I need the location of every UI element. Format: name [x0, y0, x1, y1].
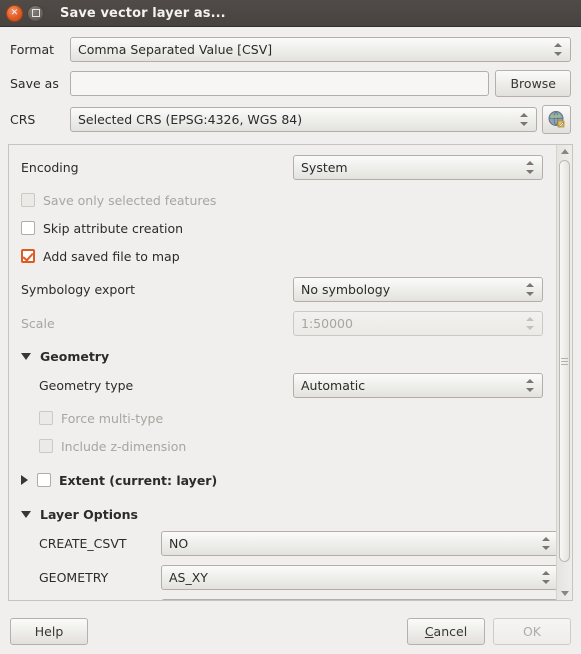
geometry-option-spin-arrows-icon[interactable]	[539, 566, 552, 589]
chevron-down-icon[interactable]	[21, 510, 31, 518]
save-only-selected-label: Save only selected features	[43, 192, 217, 208]
layer-option-row: CREATE_CSVT NO	[21, 531, 556, 556]
window-titlebar: ✕ Save vector layer as...	[0, 0, 581, 27]
geometry-option-label: GEOMETRY	[39, 570, 109, 585]
include-z-dimension-label: Include z-dimension	[61, 438, 187, 454]
scale-spin-arrows-icon	[523, 312, 536, 335]
save-only-selected-row[interactable]: Save only selected features	[21, 189, 544, 211]
save-only-selected-checkbox	[21, 193, 35, 207]
layer-option-row: GEOMETRY AS_XY	[21, 565, 556, 590]
include-z-dimension-row: Include z-dimension	[21, 435, 544, 457]
geometry-option-combo[interactable]: AS_XY	[161, 565, 556, 590]
crs-select-button[interactable]	[542, 105, 571, 134]
options-content: Encoding System Save only selected featu…	[9, 145, 556, 600]
format-spin-arrows-icon[interactable]	[551, 38, 564, 61]
symbology-export-value: No symbology	[301, 282, 391, 297]
scale-value: 1:50000	[301, 316, 353, 331]
geometry-type-spin-arrows-icon[interactable]	[523, 374, 536, 397]
crs-spin-arrows-icon[interactable]	[517, 108, 530, 131]
dialog-button-bar: Help Cancel OK	[0, 608, 581, 654]
encoding-row: Encoding System	[21, 155, 544, 180]
cancel-mnemonic: C	[424, 623, 434, 639]
encoding-value: System	[301, 160, 348, 175]
chevron-down-icon[interactable]	[21, 352, 31, 360]
geometry-section-title: Geometry	[40, 348, 110, 364]
add-saved-file-to-map-row[interactable]: Add saved file to map	[21, 245, 544, 267]
crs-row: CRS Selected CRS (EPSG:4326, WGS 84)	[10, 105, 571, 134]
close-icon[interactable]: ✕	[6, 4, 23, 22]
lineformat-combo[interactable]: <Default>	[161, 599, 556, 600]
layer-options-section-title: Layer Options	[40, 506, 138, 522]
layer-option-row: LINEFORMAT <Default>	[21, 599, 556, 600]
geometry-option-value: AS_XY	[169, 570, 208, 585]
save-as-input[interactable]	[70, 71, 490, 96]
extent-section-title: Extent (current: layer)	[59, 472, 218, 488]
create-csvt-spin-arrows-icon[interactable]	[539, 532, 552, 555]
scrollbar-grip-icon	[561, 357, 568, 365]
force-multi-type-row: Force multi-type	[21, 407, 544, 429]
save-as-row: Save as Browse	[10, 70, 571, 97]
layer-options-section-header[interactable]: Layer Options	[21, 503, 544, 525]
format-combo[interactable]: Comma Separated Value [CSV]	[70, 37, 571, 62]
geometry-type-value: Automatic	[301, 378, 366, 393]
force-multi-type-checkbox	[39, 411, 53, 425]
save-as-label: Save as	[10, 76, 59, 91]
geometry-section-header[interactable]: Geometry	[21, 345, 544, 367]
geometry-type-label: Geometry type	[39, 378, 134, 393]
window-title: Save vector layer as...	[60, 5, 226, 21]
scrollbar-thumb[interactable]	[559, 160, 570, 562]
create-csvt-combo[interactable]: NO	[161, 531, 556, 556]
extent-section-header[interactable]: Extent (current: layer)	[21, 469, 544, 491]
format-row: Format Comma Separated Value [CSV]	[10, 37, 571, 62]
browse-button[interactable]: Browse	[495, 70, 571, 97]
help-button[interactable]: Help	[10, 617, 88, 645]
scale-label: Scale	[21, 316, 55, 331]
symbology-export-label: Symbology export	[21, 282, 136, 297]
globe-crs-icon	[548, 111, 565, 128]
extent-checkbox[interactable]	[37, 473, 51, 487]
create-csvt-value: NO	[169, 536, 189, 551]
scale-spinbox: 1:50000	[293, 311, 543, 336]
crs-combo[interactable]: Selected CRS (EPSG:4326, WGS 84)	[70, 107, 537, 132]
symbology-export-row: Symbology export No symbology	[21, 277, 544, 302]
force-multi-type-label: Force multi-type	[61, 410, 164, 426]
crs-label: CRS	[10, 112, 36, 127]
format-value: Comma Separated Value [CSV]	[78, 42, 273, 57]
options-scrollbar[interactable]	[556, 145, 572, 600]
skip-attribute-creation-checkbox[interactable]	[21, 221, 35, 235]
cancel-button[interactable]: Cancel	[407, 617, 485, 645]
create-csvt-label: CREATE_CSVT	[39, 536, 127, 551]
scale-row: Scale 1:50000	[21, 311, 544, 336]
top-form: Format Comma Separated Value [CSV] Save …	[0, 27, 581, 142]
scroll-up-arrow-icon[interactable]	[557, 145, 572, 158]
symbology-export-spin-arrows-icon[interactable]	[523, 278, 536, 301]
add-saved-file-to-map-checkbox[interactable]	[21, 249, 35, 263]
cancel-label-rest: ancel	[433, 623, 468, 639]
encoding-label: Encoding	[21, 160, 79, 175]
geometry-type-row: Geometry type Automatic	[21, 373, 544, 398]
close-glyph: ✕	[10, 7, 19, 18]
include-z-dimension-checkbox	[39, 439, 53, 453]
ok-button: OK	[493, 617, 571, 645]
maximize-glyph	[28, 6, 43, 21]
add-saved-file-to-map-label: Add saved file to map	[43, 248, 180, 264]
scroll-down-arrow-icon[interactable]	[557, 587, 572, 600]
skip-attribute-creation-label: Skip attribute creation	[43, 220, 184, 236]
geometry-type-combo[interactable]: Automatic	[293, 373, 543, 398]
format-label: Format	[10, 42, 55, 57]
crs-value: Selected CRS (EPSG:4326, WGS 84)	[78, 112, 303, 127]
maximize-icon[interactable]	[27, 4, 44, 22]
skip-attribute-creation-row[interactable]: Skip attribute creation	[21, 217, 544, 239]
symbology-export-combo[interactable]: No symbology	[293, 277, 543, 302]
chevron-right-icon[interactable]	[21, 475, 28, 485]
encoding-combo[interactable]: System	[293, 155, 543, 180]
encoding-spin-arrows-icon[interactable]	[523, 156, 536, 179]
options-scroll-area: Encoding System Save only selected featu…	[8, 144, 573, 601]
